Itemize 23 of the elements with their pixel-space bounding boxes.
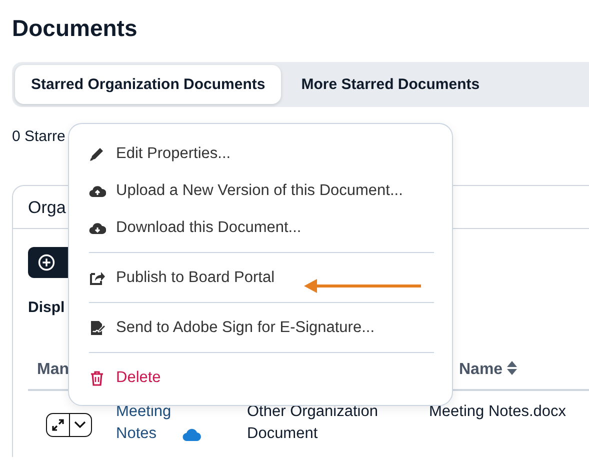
document-signature-icon [89,320,106,336]
menu-item[interactable]: Publish to Board Portal [69,259,452,296]
expand-icon [52,419,64,431]
count-text: 0 Starre [12,127,66,147]
trash-icon [89,370,106,386]
column-header[interactable]: Name [459,361,503,379]
action-button-group[interactable] [46,413,92,437]
cloud-icon [182,428,202,441]
table-cell-text: Meeting Notes.docx [429,402,567,422]
pencil-icon [89,146,106,162]
display-label: Displ [28,298,66,318]
menu-item[interactable]: Send to Adobe Sign for E-Signature... [69,309,452,346]
table-cell-text: Other Organization Document [247,402,379,444]
tab[interactable]: More Starred Documents [285,65,496,104]
tab[interactable]: Starred Organization Documents [15,65,282,104]
plus-circle-icon [38,254,55,271]
share-icon [89,270,106,286]
menu-item[interactable]: Edit Properties... [69,135,452,172]
sort-icon [506,361,517,375]
caret-down-icon [74,421,86,429]
menu-item[interactable]: Delete [69,359,452,396]
page-title: Documents [12,14,138,42]
column-header[interactable]: Man [37,361,69,379]
